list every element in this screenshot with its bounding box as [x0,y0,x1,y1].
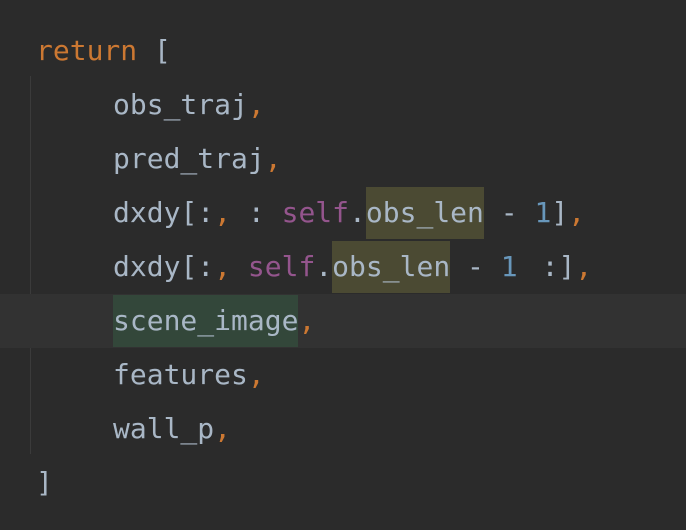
return-keyword: return [36,34,138,67]
code-line-7[interactable]: features, [0,348,686,402]
code-line-2-content: obs_traj, [113,78,265,132]
code-line-3-content: pred_traj, [113,132,282,186]
code-line-5[interactable]: dxdy[:, self.obs_len - 1:], [0,240,686,313]
dot: . [349,196,366,229]
code-line-6-current[interactable]: scene_image, [0,294,686,348]
code-line-6-content: scene_image, [113,294,315,348]
attribute-obs-len-usage-highlight: obs_len [365,187,484,239]
open-bracket: [ [180,250,198,283]
slice-colon: : [231,196,265,229]
comma: , [575,250,593,283]
code-line-8[interactable]: wall_p, [0,402,686,456]
identifier-obs-traj: obs_traj [113,88,248,121]
number-literal: 1 [500,250,518,283]
number-literal: 1 [534,196,552,229]
slice-colon: : [197,196,215,229]
slice-colon: : [541,250,559,283]
comma: , [568,196,586,229]
self-keyword: self [247,250,316,283]
attribute-obs-len-usage-highlight: obs_len [332,241,451,293]
minus-operator: - [500,196,518,229]
code-line-4-content: dxdy[:, : self.obs_len - 1], [113,186,585,240]
code-line-2[interactable]: obs_traj, [0,78,686,132]
close-bracket: ] [551,196,569,229]
identifier-features: features [113,358,248,391]
comma: , [247,88,265,121]
comma: , [214,250,232,283]
minus-operator: - [467,250,484,283]
identifier-pred-traj: pred_traj [113,142,265,175]
slice-colon: : [197,250,215,283]
code-line-9[interactable]: ] [0,456,686,510]
comma: , [214,196,232,229]
code-line-3[interactable]: pred_traj, [0,132,686,186]
code-line-8-content: wall_p, [113,402,231,456]
comma: , [298,304,316,337]
comma: , [264,142,282,175]
comma: , [247,358,265,391]
close-bracket: ] [558,250,576,283]
dot: . [315,250,333,283]
code-line-9-content: ] [36,456,53,510]
code-editor[interactable]: return [ obs_traj, pred_traj, dxdy[:, : … [0,0,686,530]
identifier-wall-p: wall_p [113,412,215,445]
identifier-dxdy: dxdy [113,196,181,229]
identifier-dxdy: dxdy [113,250,181,283]
code-line-1[interactable]: return [ [0,24,686,78]
code-line-7-content: features, [113,348,265,402]
code-line-5-content: dxdy[:, self.obs_len - 1:], [113,240,593,313]
comma: , [214,412,232,445]
identifier-scene-image-caret-highlight: scene_image [113,295,299,347]
code-line-1-content: return [ [36,24,171,78]
code-line-4[interactable]: dxdy[:, : self.obs_len - 1], [0,186,686,240]
open-bracket: [ [180,196,198,229]
close-bracket: ] [36,466,53,499]
open-bracket: [ [154,34,171,67]
self-keyword: self [281,196,350,229]
